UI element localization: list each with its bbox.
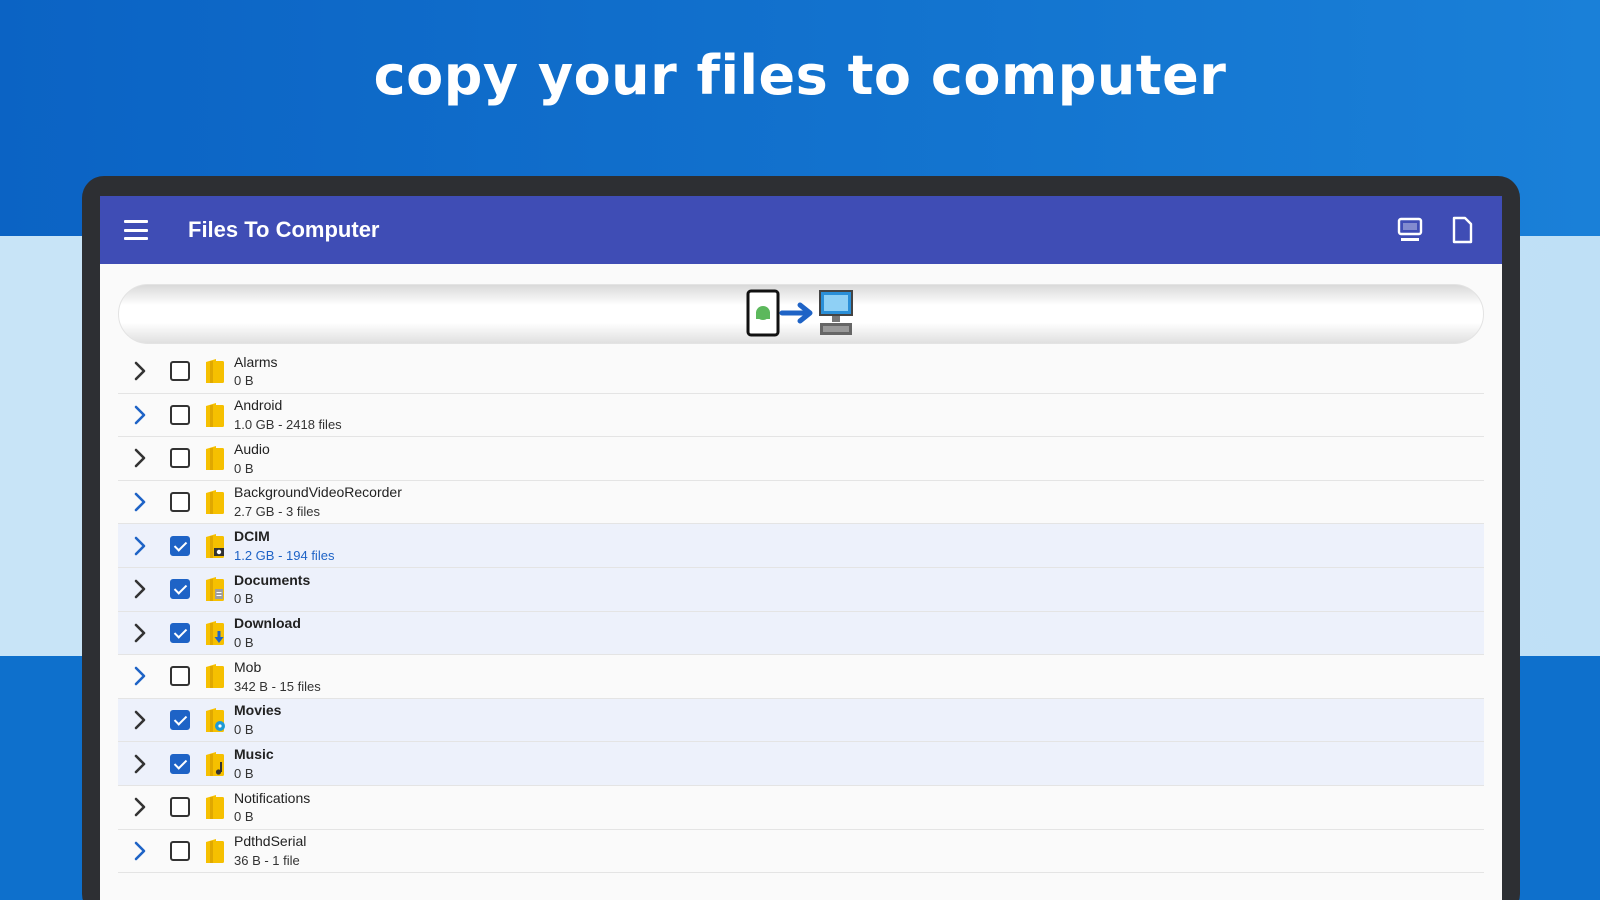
folder-checkbox[interactable] <box>170 404 190 425</box>
folder-info: Android 1.0 GB - 2418 files <box>234 397 342 432</box>
folder-meta: 0 B <box>234 634 254 650</box>
folder-info: BackgroundVideoRecorder 2.7 GB - 3 files <box>234 484 402 519</box>
folder-meta: 36 B - 1 file <box>234 852 300 868</box>
list-item[interactable]: Music 0 B <box>118 742 1484 786</box>
folder-icon <box>204 533 226 559</box>
folder-meta: 0 B <box>234 460 254 476</box>
folder-icon <box>204 707 226 733</box>
app-screen: Files To Computer Alarms 0 B Android 1.0… <box>100 196 1502 900</box>
folder-meta: 0 B <box>234 722 254 738</box>
folder-checkbox[interactable] <box>170 622 190 643</box>
list-item[interactable]: Alarms 0 B <box>118 350 1484 394</box>
folder-meta: 342 B - 15 files <box>234 678 321 694</box>
chevron-right-icon[interactable] <box>118 361 162 381</box>
folder-info: Download 0 B <box>234 615 301 650</box>
list-item[interactable]: Audio 0 B <box>118 437 1484 481</box>
hamburger-menu-icon[interactable] <box>124 220 148 240</box>
folder-name: PdthdSerial <box>234 833 307 850</box>
folder-info: Notifications 0 B <box>234 790 310 825</box>
folder-meta: 0 B <box>234 765 254 781</box>
folder-name: Documents <box>234 571 311 588</box>
folder-meta: 1.0 GB - 2418 files <box>234 416 342 432</box>
folder-info: DCIM 1.2 GB - 194 files <box>234 528 334 563</box>
list-item[interactable]: BackgroundVideoRecorder 2.7 GB - 3 files <box>118 480 1484 525</box>
folder-info: Mob 342 B - 15 files <box>234 659 321 694</box>
chevron-right-icon[interactable] <box>118 405 162 425</box>
list-item[interactable]: DCIM 1.2 GB - 194 files <box>118 524 1484 568</box>
list-item[interactable]: PdthdSerial 36 B - 1 file <box>118 829 1484 874</box>
folder-checkbox[interactable] <box>170 535 190 556</box>
chevron-right-icon[interactable] <box>118 797 162 817</box>
folder-checkbox[interactable] <box>170 361 190 382</box>
folder-checkbox[interactable] <box>170 448 190 469</box>
folder-checkbox[interactable] <box>170 753 190 774</box>
folder-checkbox[interactable] <box>170 710 190 731</box>
folder-list: Alarms 0 B Android 1.0 GB - 2418 files Audio… <box>118 350 1484 874</box>
computer-icon[interactable] <box>1394 214 1426 246</box>
folder-icon <box>204 663 226 689</box>
chevron-right-icon[interactable] <box>118 841 162 861</box>
folder-meta: 1.2 GB - 194 files <box>234 547 335 563</box>
folder-name: Download <box>234 615 301 632</box>
chevron-right-icon[interactable] <box>118 710 162 730</box>
folder-info: Movies 0 B <box>234 702 281 737</box>
folder-icon <box>204 445 226 471</box>
folder-icon <box>204 489 226 515</box>
folder-meta: 0 B <box>234 373 254 389</box>
chevron-right-icon[interactable] <box>118 492 162 512</box>
headline: copy your files to computer <box>373 44 1227 107</box>
folder-meta: 0 B <box>234 591 254 607</box>
folder-name: Alarms <box>234 353 278 370</box>
phone-to-computer-icon <box>746 289 853 337</box>
chevron-right-icon[interactable] <box>118 448 162 468</box>
chevron-right-icon[interactable] <box>118 754 162 774</box>
list-item[interactable]: Notifications 0 B <box>118 785 1484 830</box>
app-title: Files To Computer <box>188 217 380 242</box>
folder-name: Audio <box>234 440 270 457</box>
folder-checkbox[interactable] <box>170 492 190 513</box>
list-item[interactable]: Download 0 B <box>118 611 1484 656</box>
file-icon[interactable] <box>1446 214 1478 246</box>
chevron-right-icon[interactable] <box>118 623 162 643</box>
chevron-right-icon[interactable] <box>118 666 162 686</box>
folder-icon <box>204 358 226 384</box>
folder-name: BackgroundVideoRecorder <box>234 484 402 501</box>
app-bar: Files To Computer <box>100 196 1502 264</box>
list-item[interactable]: Movies 0 B <box>118 698 1484 743</box>
folder-info: Audio 0 B <box>234 441 270 476</box>
folder-meta: 2.7 GB - 3 files <box>234 504 320 520</box>
folder-icon <box>204 838 226 864</box>
folder-name: Music <box>234 745 274 762</box>
folder-name: Movies <box>234 702 282 719</box>
chevron-right-icon[interactable] <box>118 579 162 599</box>
folder-name: DCIM <box>234 527 270 544</box>
folder-name: Mob <box>234 658 262 675</box>
list-item[interactable]: Mob 342 B - 15 files <box>118 655 1484 699</box>
transfer-button[interactable] <box>118 284 1484 344</box>
list-item[interactable]: Documents 0 B <box>118 567 1484 612</box>
folder-info: Documents 0 B <box>234 572 310 607</box>
folder-meta: 0 B <box>234 809 254 825</box>
folder-checkbox[interactable] <box>170 579 190 600</box>
chevron-right-icon[interactable] <box>118 536 162 556</box>
folder-checkbox[interactable] <box>170 797 190 818</box>
folder-checkbox[interactable] <box>170 840 190 861</box>
folder-name: Android <box>234 397 283 414</box>
folder-name: Notifications <box>234 789 311 806</box>
folder-checkbox[interactable] <box>170 666 190 687</box>
folder-info: Music 0 B <box>234 746 274 781</box>
folder-icon <box>204 576 226 602</box>
folder-icon <box>204 402 226 428</box>
folder-icon <box>204 794 226 820</box>
list-item[interactable]: Android 1.0 GB - 2418 files <box>118 393 1484 438</box>
folder-info: PdthdSerial 36 B - 1 file <box>234 833 306 868</box>
folder-info: Alarms 0 B <box>234 354 278 389</box>
folder-icon <box>204 620 226 646</box>
folder-icon <box>204 751 226 777</box>
